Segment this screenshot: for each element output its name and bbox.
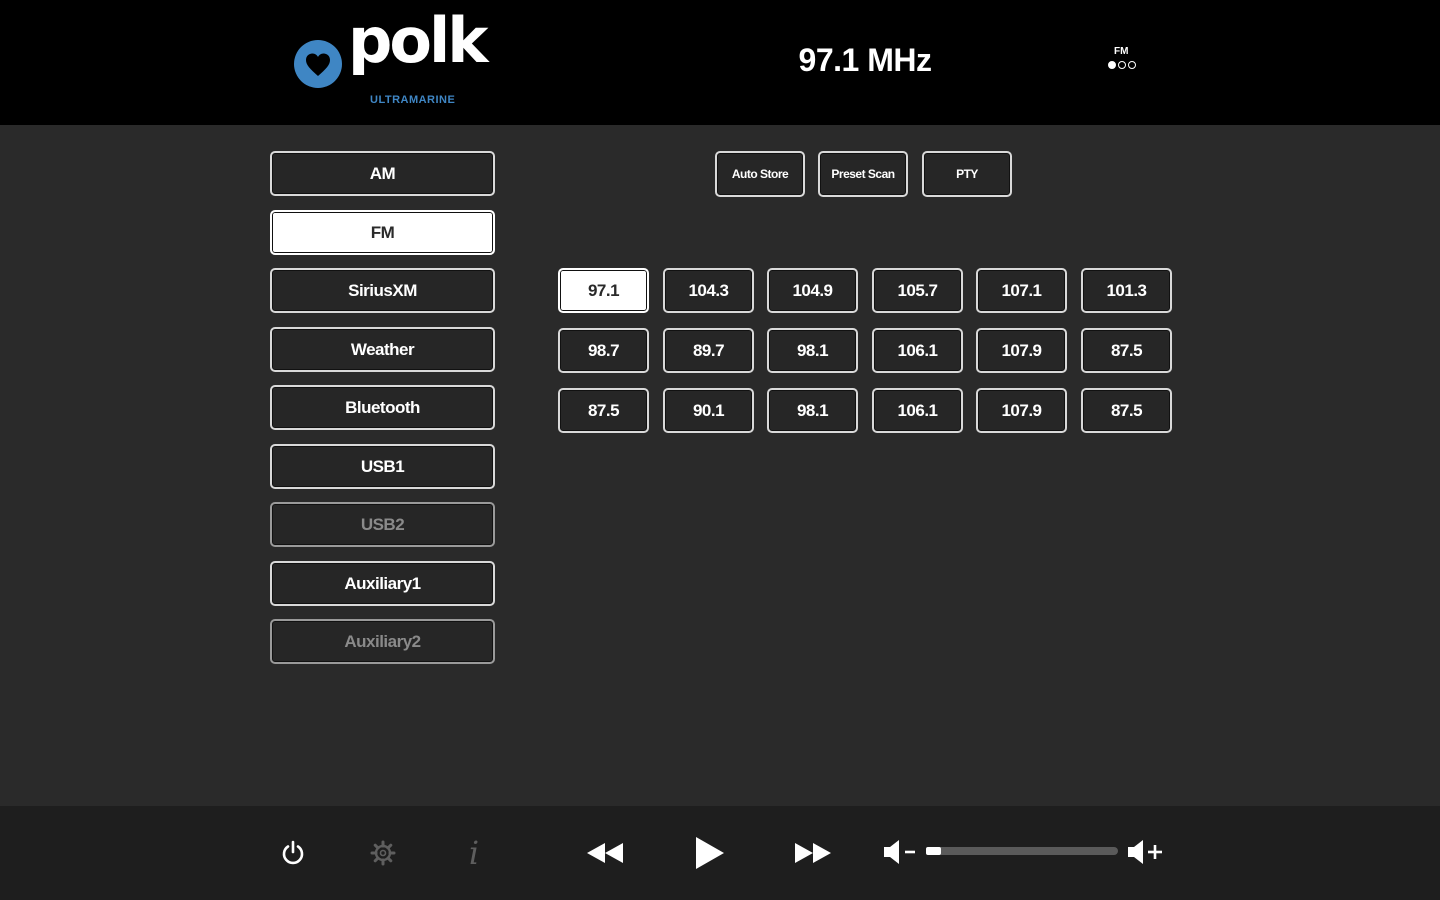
logo-wordmark: polk [348,4,488,77]
preset-button[interactable]: 89.7 [663,328,754,373]
band-dot-active [1108,61,1116,69]
band-dot [1118,61,1126,69]
volume-down-button[interactable] [880,836,920,868]
source-button-fm[interactable]: FM [270,210,495,255]
source-button-bluetooth[interactable]: Bluetooth [270,385,495,430]
source-button-siriusxm[interactable]: SiriusXM [270,268,495,313]
source-button-am[interactable]: AM [270,151,495,196]
preset-button[interactable]: 101.3 [1081,268,1172,313]
preset-button[interactable]: 107.1 [976,268,1067,313]
rewind-icon [587,843,623,863]
band-page-dots [1108,61,1152,69]
auto-store-button[interactable]: Auto Store [715,151,805,197]
preset-button[interactable]: 104.9 [767,268,858,313]
volume-down-icon [884,840,915,864]
settings-icon [370,840,396,866]
settings-button[interactable] [366,836,400,870]
preset-button[interactable]: 90.1 [663,388,754,433]
source-button-usb1[interactable]: USB1 [270,444,495,489]
preset-button[interactable]: 87.5 [1081,388,1172,433]
play-button[interactable] [688,832,730,874]
preset-button[interactable]: 107.9 [976,328,1067,373]
fast-forward-button[interactable] [790,836,836,870]
power-button[interactable] [276,836,310,870]
preset-button[interactable]: 98.1 [767,328,858,373]
preset-button[interactable]: 98.1 [767,388,858,433]
logo-subtext: ULTRAMARINE [370,94,456,106]
play-icon [696,837,724,869]
band-indicator-label: FM [1114,46,1129,57]
power-icon [282,840,304,865]
polk-logo: polk ULTRAMARINE [290,10,490,112]
source-button-weather[interactable]: Weather [270,327,495,372]
fast-forward-icon [795,843,831,863]
preset-button[interactable]: 104.3 [663,268,754,313]
polk-heart-logo-icon [294,40,342,88]
preset-button[interactable]: 97.1 [558,268,649,313]
header-bar: polk ULTRAMARINE 97.1 MHz FM [0,0,1440,125]
volume-up-icon [1128,840,1162,864]
preset-button[interactable]: 107.9 [976,388,1067,433]
preset-button[interactable]: 87.5 [558,388,649,433]
source-button-auxiliary1[interactable]: Auxiliary1 [270,561,495,606]
volume-slider-fill [926,847,941,855]
preset-button[interactable]: 87.5 [1081,328,1172,373]
info-icon: i [468,834,480,872]
preset-button[interactable]: 98.7 [558,328,649,373]
pty-button[interactable]: PTY [922,151,1012,197]
info-button[interactable]: i [457,834,491,872]
preset-button[interactable]: 106.1 [872,388,963,433]
current-frequency: 97.1 MHz [798,42,932,78]
radio-app: polk ULTRAMARINE 97.1 MHz FM AM FM SiriusX… [0,0,1440,900]
source-button-usb2[interactable]: USB2 [270,502,495,547]
band-dot [1128,61,1136,69]
rewind-button[interactable] [582,836,628,870]
volume-up-button[interactable] [1124,836,1166,868]
preset-scan-button[interactable]: Preset Scan [818,151,908,197]
band-indicator: FM [1108,46,1152,69]
source-button-auxiliary2[interactable]: Auxiliary2 [270,619,495,664]
preset-button[interactable]: 106.1 [872,328,963,373]
preset-button[interactable]: 105.7 [872,268,963,313]
volume-slider[interactable] [926,847,1118,855]
